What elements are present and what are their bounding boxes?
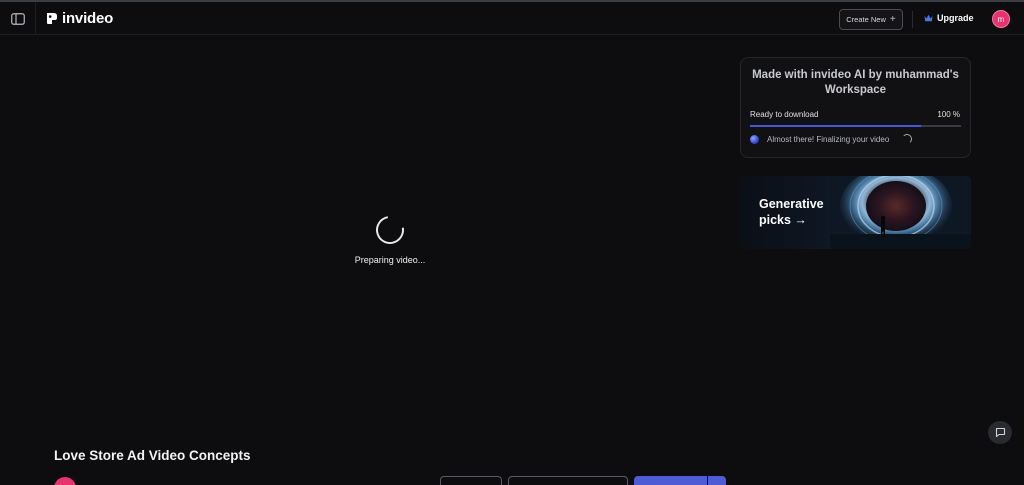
secondary-action-button-wide[interactable] — [508, 476, 628, 485]
topbar-divider — [35, 2, 36, 35]
small-spinner-icon — [902, 134, 913, 144]
generative-picks-line2: picks → — [759, 213, 807, 227]
upgrade-button[interactable]: Upgrade — [924, 13, 974, 23]
plus-icon: + — [889, 13, 896, 25]
primary-action-button[interactable] — [634, 476, 707, 485]
preparing-status: Preparing video... — [354, 255, 426, 265]
invideo-logo[interactable]: invideo — [45, 10, 113, 27]
chat-bubble-icon — [995, 427, 1005, 438]
generative-picks-line1: Generative — [759, 197, 824, 211]
primary-action-dropdown-button[interactable] — [708, 476, 726, 485]
portal-artwork — [830, 176, 971, 249]
loading-spinner-icon — [370, 210, 410, 250]
chat-support-button[interactable] — [988, 421, 1012, 444]
secondary-action-button[interactable] — [440, 476, 502, 485]
finalizing-row: Almost there! Finalizing your video — [750, 134, 913, 144]
generative-picks-label: Generative picks → — [759, 196, 824, 228]
export-card-title: Made with invideo AI by muhammad's Works… — [752, 69, 959, 96]
sidebar-toggle-icon[interactable] — [9, 11, 27, 26]
progress-bar — [750, 125, 961, 127]
invideo-logo-icon — [47, 13, 57, 24]
project-title: Love Store Ad Video Concepts — [54, 448, 251, 463]
upgrade-label: Upgrade — [937, 13, 974, 23]
progress-bar-fill — [750, 125, 921, 127]
ready-label: Ready to download — [750, 110, 819, 119]
crown-icon — [924, 14, 933, 22]
ai-orb-icon — [750, 134, 759, 144]
user-avatar[interactable]: m — [992, 10, 1010, 28]
create-new-label: Create New — [846, 15, 886, 24]
top-bar: invideo Create New + Upgrade m — [0, 0, 1024, 35]
topbar-separator — [912, 11, 913, 28]
logo-text: invideo — [62, 10, 114, 27]
creator-avatar — [54, 477, 76, 485]
generative-picks-card[interactable]: Generative picks → — [740, 176, 971, 249]
progress-percent: 100 % — [937, 110, 960, 119]
export-status-card: Made with invideo AI by muhammad's Works… — [740, 57, 971, 158]
create-new-button[interactable]: Create New + — [839, 9, 903, 30]
finalizing-text: Almost there! Finalizing your video — [767, 134, 890, 144]
